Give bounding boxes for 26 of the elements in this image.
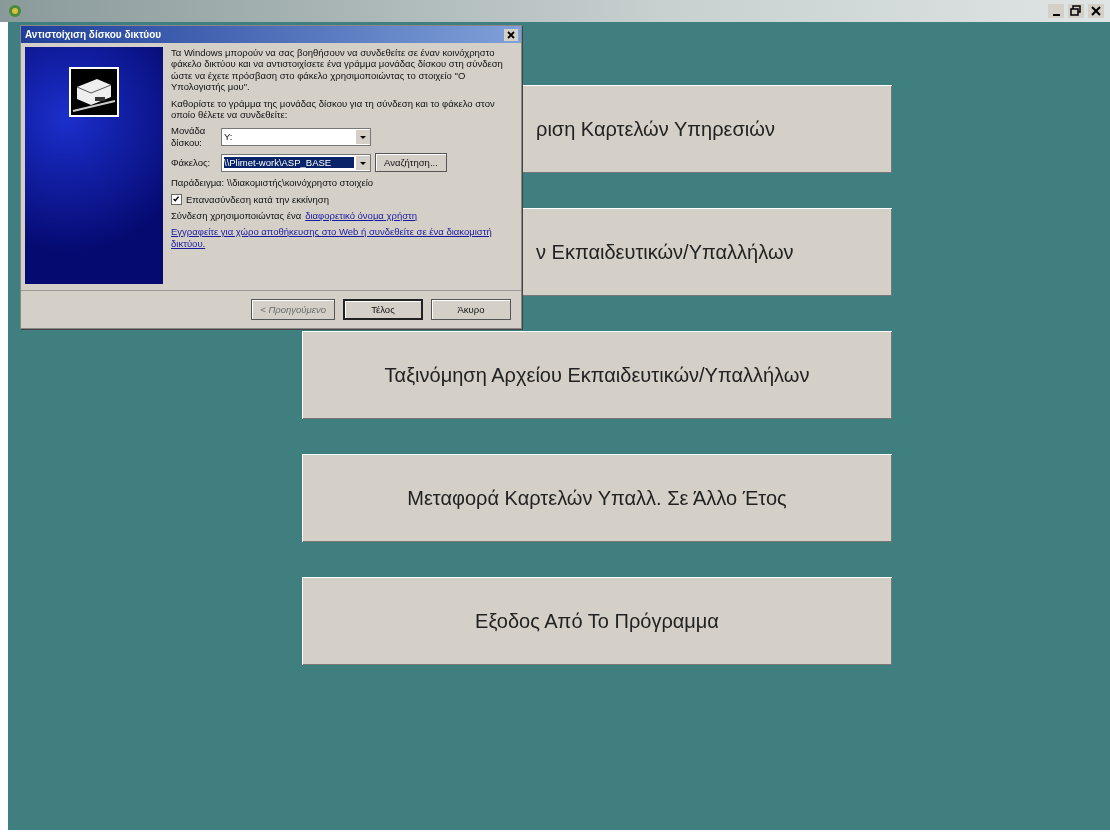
menu-button[interactable]: Μεταφορά Καρτελών Υπαλλ. Σε Άλλο Έτος	[302, 454, 892, 542]
browse-button[interactable]: Αναζήτηση...	[375, 153, 447, 173]
restore-icon	[1068, 4, 1084, 18]
different-user-link[interactable]: διαφορετικό όνομα χρήστη	[305, 209, 418, 222]
menu-button[interactable]: Ταξινόμηση Αρχείου Εκπαιδευτικών/Υπαλλήλων	[302, 331, 892, 419]
reconnect-checkbox[interactable]	[171, 193, 182, 205]
restore-button[interactable]	[1068, 4, 1084, 18]
dialog-button[interactable]: Άκυρο	[431, 299, 511, 320]
menu-button[interactable]: Εξοδος Από Το Πρόγραμμα	[302, 577, 892, 665]
dialog-title: Αντιστοίχιση δίσκου δικτύου	[25, 29, 162, 40]
close-icon	[1088, 4, 1104, 18]
close-button[interactable]	[504, 28, 518, 41]
folder-label: Φάκελος:	[171, 156, 212, 169]
drive-label: Μονάδα δίσκου:	[171, 125, 207, 149]
reconnect-label: Επανασύνδεση κατά την εκκίνηση	[186, 193, 329, 205]
minimize-icon	[1052, 14, 1060, 16]
dialog-button[interactable]: Τέλος	[343, 299, 423, 320]
folder-dropdown[interactable]: \\Plimet-work\ASP_BASE	[221, 153, 371, 172]
app-icon	[8, 4, 22, 18]
close-icon	[504, 28, 518, 41]
connect-text: Σύνδεση χρησιμοποιώντας ένα	[171, 209, 302, 222]
close-button[interactable]	[1088, 4, 1104, 18]
minimize-button[interactable]	[1048, 4, 1064, 18]
network-drive-icon	[69, 67, 119, 117]
drive-dropdown[interactable]: Y:	[221, 127, 371, 146]
example-text: Παράδειγμα: \\διακομιστής\κοινόχρηστο στοιχείο	[171, 177, 375, 189]
